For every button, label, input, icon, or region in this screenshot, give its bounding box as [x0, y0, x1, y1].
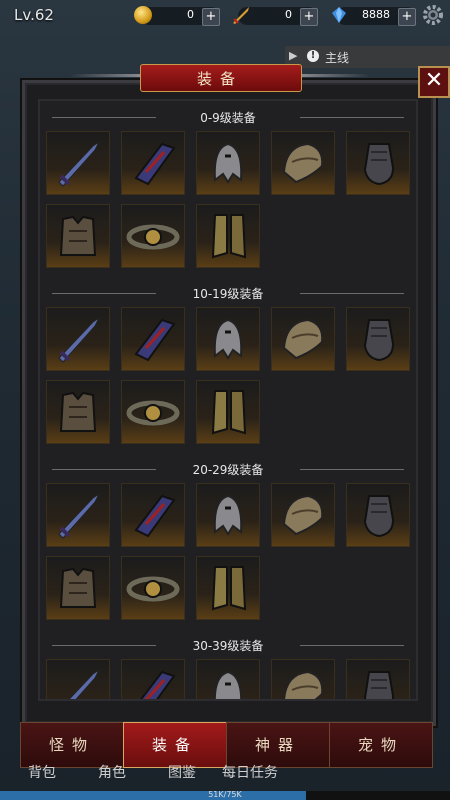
power-currency: 0 +: [233, 7, 318, 26]
add-gold-button[interactable]: +: [202, 8, 220, 26]
title-wing-left: [70, 74, 140, 77]
equipment-slot-belt[interactable]: [121, 204, 185, 268]
top-hud: Lv.62 0 + 0 + 8888 +: [0, 0, 450, 34]
section-header: 30-39级装备: [40, 637, 416, 653]
equipment-slot-sword[interactable]: [46, 483, 110, 547]
equipment-slot-armor[interactable]: [46, 204, 110, 268]
equipment-panel: 0-9级装备 10-19级装备 20-29级装备 30-39级装备: [22, 80, 436, 726]
section-title: 10-19级装备: [192, 287, 264, 301]
panel-title: 装备: [196, 70, 243, 88]
gem-icon: [332, 7, 346, 23]
sword-icon: [58, 492, 101, 539]
shield-icon: [134, 494, 176, 538]
section-title: 30-39级装备: [192, 639, 264, 653]
equipment-slot-helmet[interactable]: [196, 659, 260, 699]
sword-currency-icon: [233, 7, 249, 24]
gloves-icon: [363, 143, 395, 186]
helmet-icon: [213, 670, 243, 699]
equipment-slot-shield[interactable]: [121, 131, 185, 195]
level-label: Lv.62: [14, 6, 54, 24]
settings-gear-icon[interactable]: [421, 3, 445, 27]
helmet-icon: [213, 142, 243, 184]
gold-currency: 0 +: [134, 6, 220, 26]
shoulder-icon: [283, 670, 324, 699]
equipment-slot-gloves[interactable]: [346, 307, 410, 371]
equipment-slot-sword[interactable]: [46, 131, 110, 195]
armor-icon: [59, 215, 97, 256]
boots-icon: [211, 390, 247, 435]
equipment-slot-belt[interactable]: [121, 380, 185, 444]
close-button[interactable]: ✕: [418, 66, 450, 98]
section-header: 10-19级装备: [40, 285, 416, 301]
gloves-icon: [363, 495, 395, 538]
shield-icon: [134, 318, 176, 362]
shoulder-icon: [282, 494, 324, 536]
equipment-slot-belt[interactable]: [121, 556, 185, 620]
helmet-icon: [213, 318, 243, 360]
equipment-slot-shield[interactable]: [121, 483, 185, 547]
equipment-slot-boots[interactable]: [196, 556, 260, 620]
armor-icon: [59, 567, 97, 608]
equipment-grid: 0-9级装备 10-19级装备 20-29级装备 30-39级装备: [38, 99, 418, 701]
sword-icon: [68, 668, 101, 699]
equipment-slot-shoulder[interactable]: [271, 131, 335, 195]
section-title: 20-29级装备: [192, 463, 264, 477]
add-power-button[interactable]: +: [300, 8, 318, 26]
belt-icon: [126, 576, 180, 602]
shoulder-icon: [282, 318, 324, 360]
section-title: 0-9级装备: [200, 111, 256, 125]
equipment-slot-gloves[interactable]: [346, 483, 410, 547]
equipment-slot-boots[interactable]: [196, 204, 260, 268]
experience-text: 51K/75K: [208, 790, 242, 799]
boots-icon: [211, 566, 247, 611]
equipment-slot-helmet[interactable]: [196, 131, 260, 195]
shield-icon: [140, 670, 176, 699]
quest-info-icon: !: [307, 50, 319, 62]
shoulder-icon: [282, 142, 324, 184]
boots-icon: [211, 214, 247, 259]
equipment-slot-helmet[interactable]: [196, 483, 260, 547]
equipment-slot-shield[interactable]: [121, 659, 185, 699]
panel-title-banner: 装备: [70, 60, 370, 92]
section-header: 0-9级装备: [40, 109, 416, 125]
gold-amount: 0: [187, 8, 194, 21]
equipment-slot-shield[interactable]: [121, 307, 185, 371]
belt-icon: [126, 400, 180, 426]
experience-bar: 51K/75K: [0, 790, 450, 800]
gold-coin-icon: [134, 6, 152, 24]
belt-icon: [126, 224, 180, 250]
section-header: 20-29级装备: [40, 461, 416, 477]
equipment-slot-helmet[interactable]: [196, 307, 260, 371]
sword-icon: [58, 140, 101, 187]
equipment-slot-sword[interactable]: [46, 307, 110, 371]
gem-amount: 8888: [362, 8, 390, 21]
gem-currency: 8888 +: [332, 7, 416, 26]
category-tabs: 怪物 装备 神器 宠物: [20, 722, 433, 768]
equipment-slot-gloves[interactable]: [346, 131, 410, 195]
equipment-slot-sword[interactable]: [46, 659, 110, 699]
title-wing-right: [300, 74, 370, 77]
quest-label: 主线: [325, 51, 350, 65]
bottom-nav-item[interactable]: 背包: [28, 762, 56, 782]
bottom-nav-item[interactable]: 每日任务: [222, 762, 278, 782]
bottom-nav-item[interactable]: 图鉴: [168, 762, 196, 782]
equipment-slot-shoulder[interactable]: [271, 307, 335, 371]
gloves-icon: [363, 319, 395, 362]
bottom-nav-item[interactable]: 角色: [98, 762, 126, 782]
equipment-slot-armor[interactable]: [46, 380, 110, 444]
gloves-icon: [363, 671, 395, 699]
equipment-slot-gloves[interactable]: [346, 659, 410, 699]
equipment-slot-armor[interactable]: [46, 556, 110, 620]
armor-icon: [59, 391, 97, 432]
equipment-slot-shoulder[interactable]: [271, 659, 335, 699]
shield-icon: [134, 142, 176, 186]
sword-icon: [58, 316, 101, 363]
helmet-icon: [213, 494, 243, 536]
equipment-slot-boots[interactable]: [196, 380, 260, 444]
equipment-slot-shoulder[interactable]: [271, 483, 335, 547]
add-gem-button[interactable]: +: [398, 8, 416, 26]
power-amount: 0: [285, 8, 292, 21]
main-quest-bar[interactable]: ▶ ! 主线: [285, 46, 450, 68]
